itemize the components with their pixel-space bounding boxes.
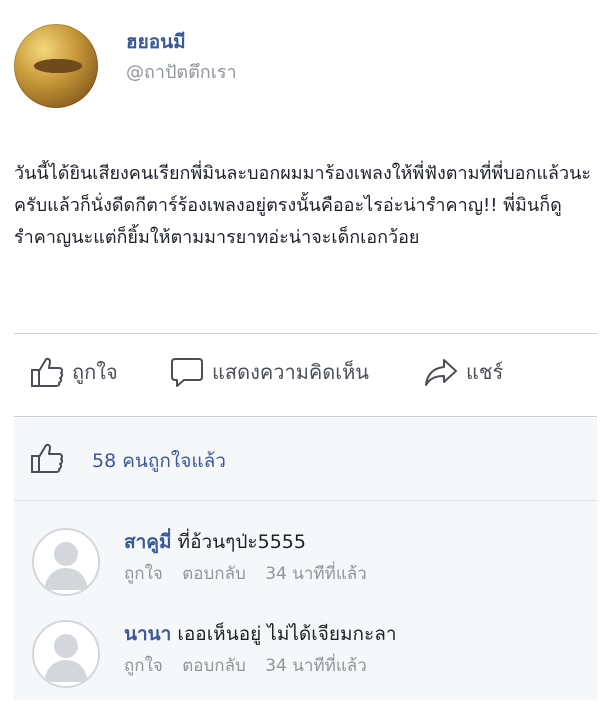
post-header: ฮยอนมี @ถาปัตตึกเรา [14,24,594,110]
like-button[interactable]: ถูกใจ [30,356,118,388]
post-text: วันนี้ได้ยินเสียงคนเรียกพี่มินละบอกผมมาร… [14,163,592,248]
share-label: แชร์ [466,360,504,384]
comment-meta: ถูกใจ ตอบกลับ 34 นาทีที่แล้ว [124,652,381,679]
default-avatar-icon[interactable] [32,528,100,596]
like-label: ถูกใจ [72,360,118,384]
comment-text: สาคูมี่ ที่อ้วนๆป่ะ5555 [124,528,306,556]
commenter-name[interactable]: สาคูมี่ [124,531,172,553]
likes-summary[interactable]: 58 คนถูกใจแล้ว [14,418,597,500]
comment-meta: ถูกใจ ตอบกลับ 34 นาทีที่แล้ว [124,560,381,587]
comment-reply-link[interactable]: ตอบกลับ [182,564,246,584]
thumbs-up-icon [30,356,64,388]
comment-reply-link[interactable]: ตอบกลับ [182,656,246,676]
thumbs-up-icon [30,442,64,478]
author-handle: @ถาปัตตึกเรา [126,62,237,83]
comment-item: นานา เออเห็นอยู่ ไม่ได้เจียมกะลา ถูกใจ ต… [14,620,597,704]
divider [14,500,597,501]
comment-text: นานา เออเห็นอยู่ ไม่ได้เจียมกะลา [124,620,397,648]
comment-button[interactable]: แสดงความคิดเห็น [170,356,369,388]
comment-time[interactable]: 34 นาทีที่แล้ว [265,564,367,584]
comment-like-link[interactable]: ถูกใจ [124,564,163,584]
author-info: ฮยอนมี @ถาปัตตึกเรา [126,30,237,86]
likes-count[interactable]: 58 คนถูกใจแล้ว [92,446,226,476]
comment-label: แสดงความคิดเห็น [212,360,369,384]
default-avatar-icon[interactable] [32,620,100,688]
comment-time[interactable]: 34 นาทีที่แล้ว [265,656,367,676]
post-actions: ถูกใจ แสดงความคิดเห็น แชร์ [14,346,597,406]
commenter-name[interactable]: นานา [124,623,171,645]
author-name[interactable]: ฮยอนมี [126,30,237,54]
divider [14,333,597,334]
speech-bubble-icon [170,356,204,388]
comment-message: ที่อ้วนๆป่ะ5555 [177,531,306,553]
share-button[interactable]: แชร์ [424,356,503,388]
author-avatar[interactable] [14,24,98,108]
comment-like-link[interactable]: ถูกใจ [124,656,163,676]
divider [14,416,597,417]
share-arrow-icon [424,356,458,388]
comment-item: สาคูมี่ ที่อ้วนๆป่ะ5555 ถูกใจ ตอบกลับ 34… [14,528,597,612]
reactions-panel: 58 คนถูกใจแล้ว สาคูมี่ ที่อ้วนๆป่ะ5555 ถ… [14,418,597,700]
comment-message: เออเห็นอยู่ ไม่ได้เจียมกะลา [177,623,397,645]
